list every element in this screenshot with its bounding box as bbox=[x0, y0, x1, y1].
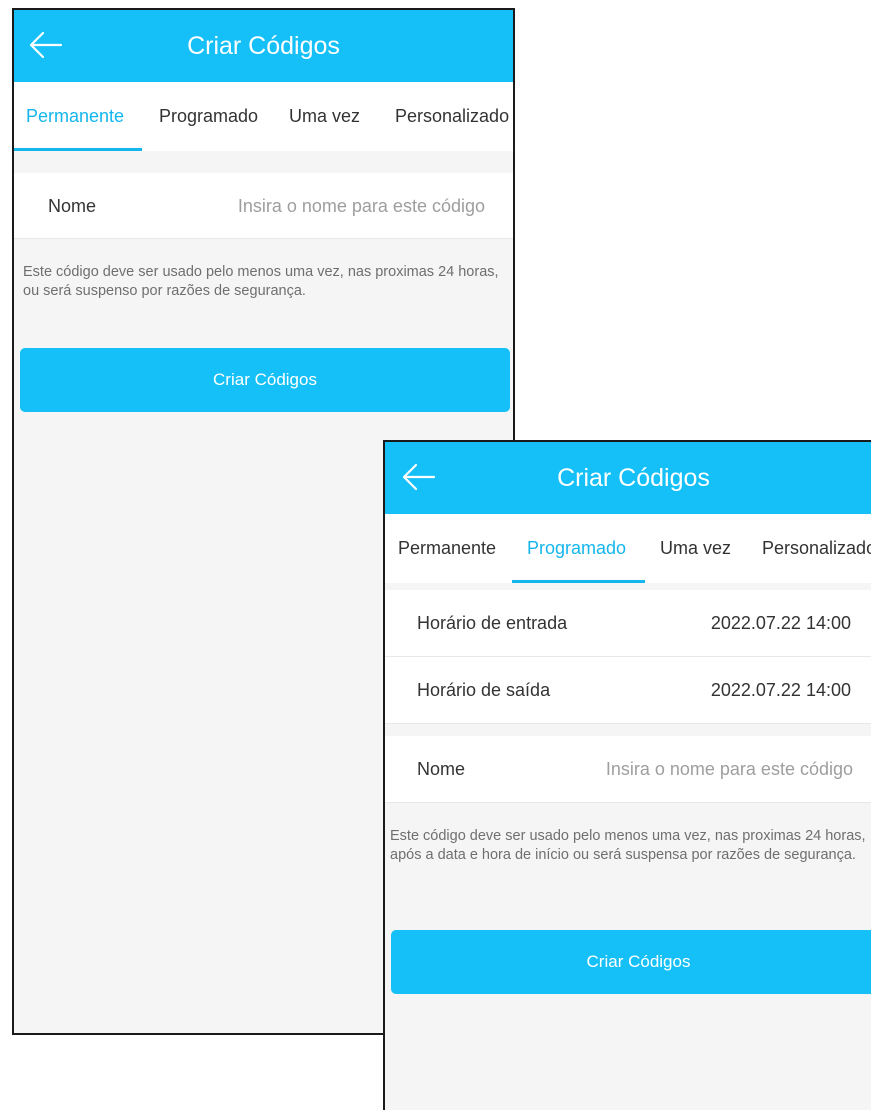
page-title: Criar Códigos bbox=[557, 464, 710, 492]
tab-uma-vez[interactable]: Uma vez bbox=[289, 82, 360, 151]
screen-programado: Criar Códigos Permanente Programado Uma … bbox=[383, 440, 871, 1110]
active-tab-indicator bbox=[512, 580, 645, 583]
security-notice: Este código deve ser usado pelo menos um… bbox=[23, 264, 499, 299]
start-time-value: 2022.07.22 14:00 bbox=[710, 613, 851, 633]
start-time-label: Horário de entrada bbox=[417, 613, 568, 633]
start-time-row[interactable]: Horário de entrada 2022.07.22 14:00 bbox=[385, 590, 871, 656]
tab-personalizado[interactable]: Personalizado bbox=[395, 82, 509, 151]
app-header: Criar Códigos bbox=[14, 10, 513, 82]
row-divider bbox=[14, 238, 513, 239]
name-row[interactable]: Nome bbox=[385, 736, 871, 802]
end-time-value: 2022.07.22 14:00 bbox=[710, 680, 851, 700]
name-label: Nome bbox=[48, 196, 97, 216]
tab-personalizado[interactable]: Personalizado bbox=[762, 514, 871, 583]
create-codes-button[interactable]: Criar Códigos bbox=[391, 930, 871, 994]
name-row[interactable]: Nome bbox=[14, 173, 513, 239]
name-input[interactable] bbox=[184, 185, 485, 227]
name-label: Nome bbox=[417, 759, 466, 779]
app-header: Criar Códigos bbox=[385, 442, 871, 514]
active-tab-indicator bbox=[14, 148, 142, 151]
security-notice: Este código deve ser usado pelo menos um… bbox=[390, 828, 866, 863]
tab-permanente[interactable]: Permanente bbox=[26, 82, 124, 151]
page-title: Criar Códigos bbox=[187, 32, 340, 60]
tab-uma-vez[interactable]: Uma vez bbox=[660, 514, 731, 583]
row-divider bbox=[385, 802, 871, 803]
name-input[interactable] bbox=[550, 748, 853, 790]
end-time-row[interactable]: Horário de saída 2022.07.22 14:00 bbox=[385, 657, 871, 723]
end-time-label: Horário de saída bbox=[417, 680, 551, 700]
tab-programado[interactable]: Programado bbox=[527, 514, 626, 583]
tab-permanente[interactable]: Permanente bbox=[398, 514, 496, 583]
create-codes-button[interactable]: Criar Códigos bbox=[20, 348, 510, 412]
tab-programado[interactable]: Programado bbox=[159, 82, 258, 151]
tab-bar: Permanente Programado Uma vez Personaliz… bbox=[14, 82, 513, 151]
tab-bar: Permanente Programado Uma vez Personaliz… bbox=[385, 514, 871, 583]
row-divider bbox=[385, 723, 871, 724]
